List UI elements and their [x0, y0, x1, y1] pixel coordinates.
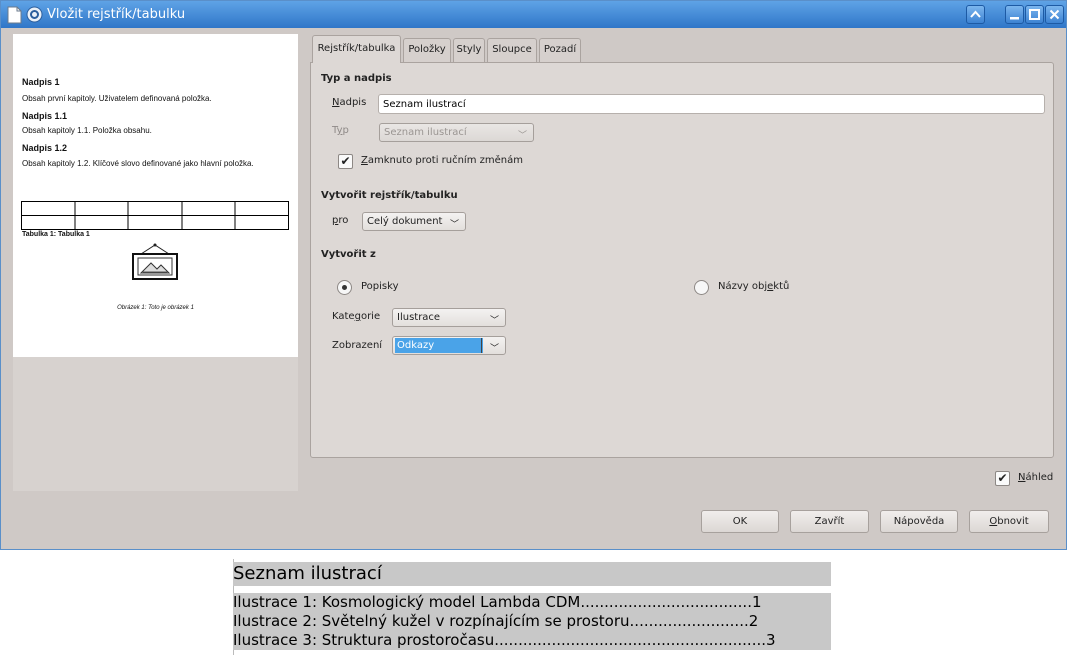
window-title: Vložit rejstřík/tabulku [47, 7, 186, 22]
section-title-from: Vytvořit z [321, 249, 376, 260]
for-select[interactable]: Celý dokument ﹀ [362, 212, 466, 231]
preview-text-1: Obsah první kapitoly. Uživatelem definov… [22, 94, 212, 103]
tab-entries[interactable]: Položky [403, 38, 451, 62]
category-label: Kategorie [332, 311, 381, 322]
section-title-create: Vytvořit rejstřík/tabulku [321, 190, 458, 201]
document-index: Seznam ilustrací Ilustrace 1: Kosmologic… [233, 559, 831, 655]
preview-heading-1-2: Nadpis 1.2 [22, 143, 68, 153]
section-title-type: Typ a nadpis [321, 73, 392, 84]
help-arrow-icon[interactable] [966, 5, 985, 24]
tab-index-table[interactable]: Rejstřík/tabulka [312, 35, 401, 63]
tab-panel [310, 62, 1054, 458]
preview-text-1-1: Obsah kapitoly 1.1. Položka obsahu. [22, 126, 152, 135]
chevron-down-icon: ﹀ [489, 344, 499, 354]
title-label: Nadpis [332, 97, 367, 108]
type-label: Typ [332, 125, 349, 136]
tab-styles[interactable]: Styly [453, 38, 485, 62]
display-select[interactable]: Odkazy ﹀ [392, 336, 506, 355]
preview-checkbox[interactable]: ✔ [995, 471, 1010, 486]
dialog-window: Vložit rejstřík/tabulku Nadpis 1 Obsah p… [0, 0, 1067, 550]
object-names-radio[interactable] [694, 280, 709, 295]
preview-table-caption: Tabulka 1: Tabulka 1 [22, 231, 90, 238]
object-names-label: Názvy objektů [718, 281, 790, 292]
minimize-icon[interactable] [1005, 5, 1024, 24]
preview-heading-1: Nadpis 1 [22, 77, 60, 87]
title-bar[interactable]: Vložit rejstřík/tabulku [1, 1, 1066, 28]
for-select-value: Celý dokument [367, 216, 443, 227]
display-label: Zobrazení [332, 340, 383, 351]
category-select[interactable]: Ilustrace ﹀ [392, 308, 506, 327]
preview-heading-1-1: Nadpis 1.1 [22, 111, 68, 121]
chevron-down-icon: ﹀ [449, 220, 459, 230]
tab-columns[interactable]: Sloupce [487, 38, 537, 62]
index-entry[interactable]: Ilustrace 3: Struktura prostoročasu.....… [233, 631, 831, 650]
close-button[interactable]: Zavřít [790, 510, 869, 533]
preview-page: Nadpis 1 Obsah první kapitoly. Uživatele… [13, 34, 298, 357]
tab-background[interactable]: Pozadí [539, 38, 581, 62]
title-input[interactable] [378, 94, 1045, 114]
preview-image-caption: Obrázek 1: Toto je obrázek 1 [117, 305, 194, 311]
preview-table [21, 201, 289, 233]
picture-frame-icon [131, 243, 179, 284]
maximize-icon[interactable] [1025, 5, 1044, 24]
type-select[interactable]: Seznam ilustrací ﹀ [379, 123, 534, 142]
close-icon[interactable] [1045, 5, 1064, 24]
for-label: pro [332, 215, 349, 226]
preview-text-1-2: Obsah kapitoly 1.2. Klíčové slovo defino… [22, 159, 254, 168]
protect-checkbox[interactable]: ✔ [338, 154, 353, 169]
index-heading[interactable]: Seznam ilustrací [233, 562, 831, 586]
reset-button[interactable]: Obnovit [969, 510, 1049, 533]
captions-label: Popisky [361, 281, 399, 292]
chevron-down-icon: ﹀ [517, 131, 527, 141]
help-button[interactable]: Nápověda [880, 510, 958, 533]
display-select-value: Odkazy [395, 338, 483, 353]
index-entry[interactable]: Ilustrace 1: Kosmologický model Lambda C… [233, 593, 831, 612]
category-select-value: Ilustrace [397, 312, 441, 323]
type-select-value: Seznam ilustrací [384, 127, 467, 138]
index-entry[interactable]: Ilustrace 2: Světelný kužel v rozpínajíc… [233, 612, 831, 631]
chevron-down-icon: ﹀ [489, 316, 499, 326]
captions-radio[interactable] [337, 280, 352, 295]
document-icon [7, 6, 24, 24]
window-menu-icon[interactable] [26, 6, 43, 23]
protect-label: Zamknuto proti ručním změnám [361, 155, 523, 166]
preview-label: Náhled [1018, 472, 1054, 483]
ok-button[interactable]: OK [701, 510, 779, 533]
